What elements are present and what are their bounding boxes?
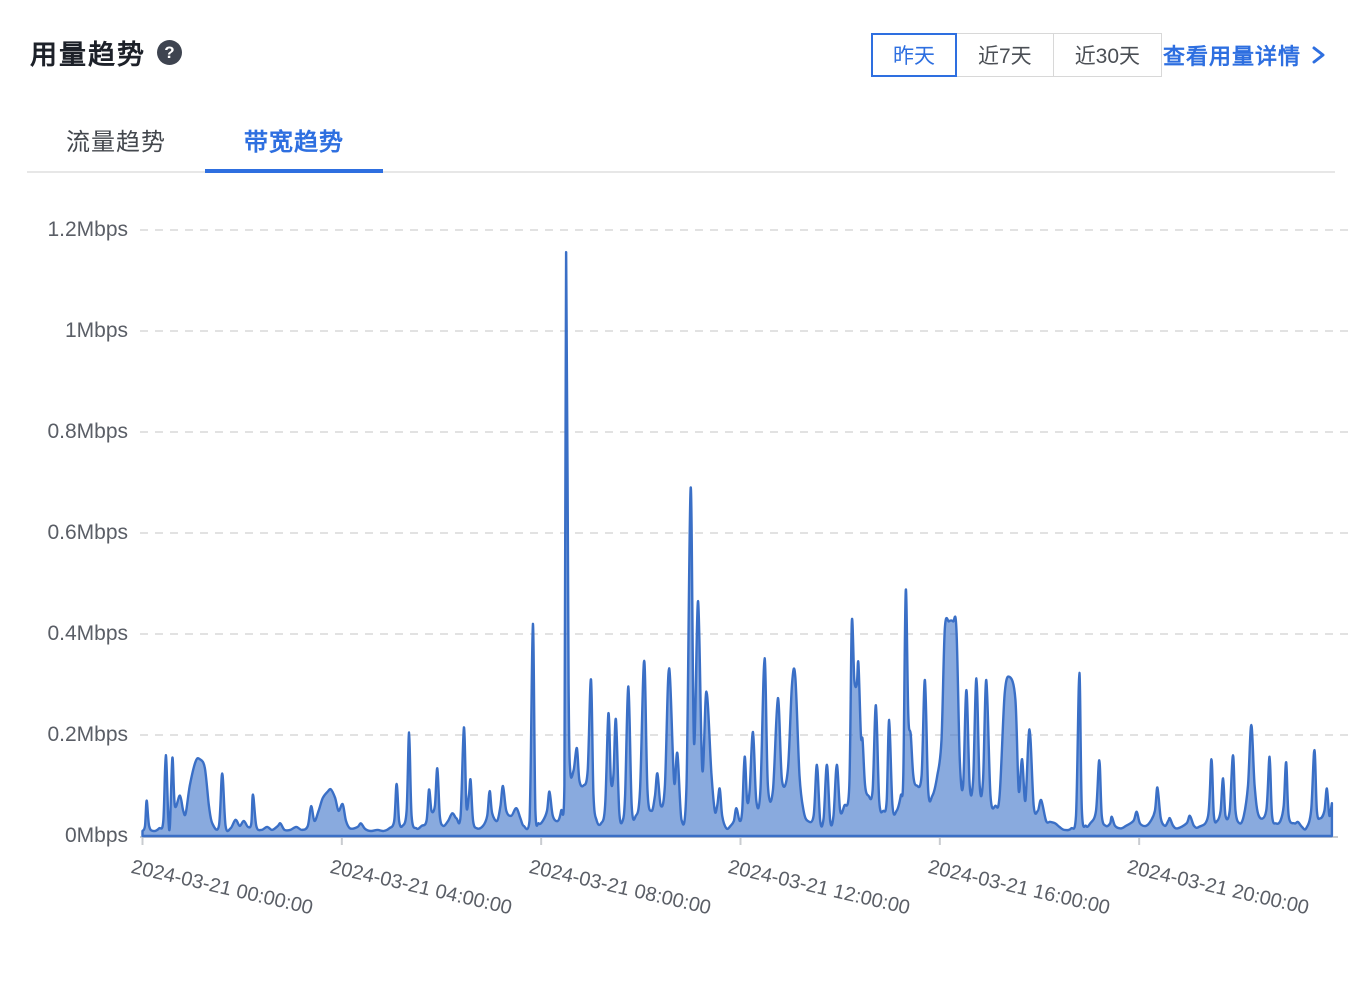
y-axis-label: 1Mbps — [0, 318, 128, 344]
x-axis — [140, 837, 1338, 845]
y-axis-label: 0.4Mbps — [0, 621, 128, 647]
y-axis-label: 1.2Mbps — [0, 217, 128, 243]
usage-trend-panel: 用量趋势 ? 昨天 近7天 近30天 查看用量详情 流量趋势 带宽趋势 0Mbp… — [0, 0, 1364, 994]
y-axis-label: 0.6Mbps — [0, 520, 128, 546]
gridlines — [140, 230, 1348, 735]
bandwidth-area-path — [143, 252, 1332, 836]
y-axis-label: 0.2Mbps — [0, 722, 128, 748]
bandwidth-trend-chart — [0, 0, 1364, 994]
y-axis-label: 0.8Mbps — [0, 419, 128, 445]
range-button-yesterday[interactable]: 昨天 — [871, 33, 957, 77]
y-axis-label: 0Mbps — [0, 823, 128, 849]
